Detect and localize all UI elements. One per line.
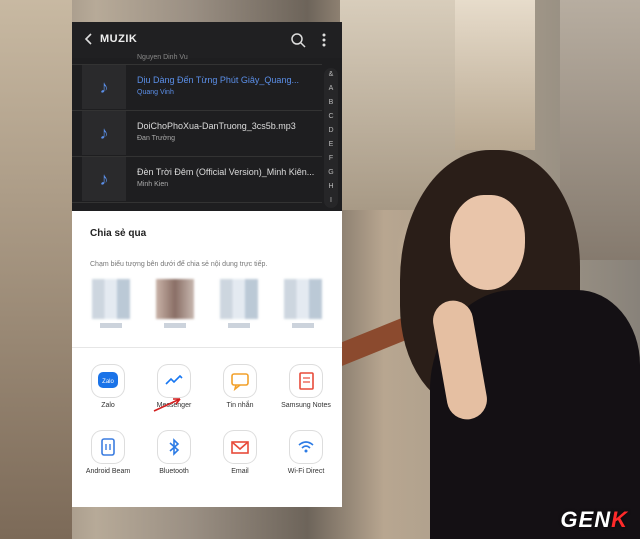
alphabet-index-scroller[interactable]: & A B C D E F G H I — [324, 68, 338, 208]
index-letter[interactable]: H — [324, 180, 338, 194]
app-label: Bluetooth — [159, 468, 189, 475]
app-label: Tin nhắn — [226, 402, 254, 409]
index-letter[interactable]: I — [324, 194, 338, 208]
genk-watermark: GENK — [560, 507, 628, 532]
index-letter[interactable]: B — [324, 96, 338, 110]
app-label: Samsung Notes — [281, 402, 331, 409]
song-list: Nguyen Dinh Vu ♪ Dịu Dàng Đến Từng Phút … — [72, 54, 322, 203]
app-title: MUZIK — [100, 33, 138, 45]
direct-share-contact[interactable] — [156, 279, 194, 328]
song-artist: Đan Trường — [137, 135, 176, 142]
app-label: Email — [231, 468, 249, 475]
share-app-zalo[interactable]: Zalo Zalo — [74, 365, 142, 409]
list-item-partial[interactable]: Nguyen Dinh Vu — [72, 54, 322, 65]
bluetooth-icon — [158, 431, 190, 463]
notes-icon — [290, 365, 322, 397]
direct-share-contact[interactable] — [220, 279, 258, 328]
share-app-bluetooth[interactable]: Bluetooth — [140, 431, 208, 475]
music-note-icon: ♪ — [82, 111, 126, 155]
direct-share-contact[interactable] — [284, 279, 322, 328]
song-title: Đèn Trời Đêm (Official Version)_Minh Kiê… — [137, 167, 315, 177]
building-left — [0, 0, 72, 539]
svg-text:Zalo: Zalo — [102, 379, 114, 385]
zalo-icon: Zalo — [92, 365, 124, 397]
song-artist: Quang Vinh — [137, 89, 174, 96]
more-options-icon[interactable] — [318, 32, 330, 48]
share-app-samsung-notes[interactable]: Samsung Notes — [272, 365, 340, 409]
song-row[interactable]: ♪ Dịu Dàng Đến Từng Phút Giây_Quang... Q… — [72, 65, 322, 111]
index-letter[interactable]: G — [324, 166, 338, 180]
direct-share-contacts — [90, 279, 330, 339]
song-artist: Minh Kien — [137, 181, 169, 188]
direct-share-contact[interactable] — [92, 279, 130, 328]
song-row[interactable]: ♪ DoiChoPhoXua-DanTruong_3cs5b.mp3 Đan T… — [72, 111, 322, 157]
index-letter[interactable]: & — [324, 68, 338, 82]
building-mid-right — [455, 0, 535, 150]
index-letter[interactable]: E — [324, 138, 338, 152]
song-title: DoiChoPhoXua-DanTruong_3cs5b.mp3 — [137, 121, 296, 131]
android-beam-icon — [92, 431, 124, 463]
index-letter[interactable]: C — [324, 110, 338, 124]
back-arrow-icon[interactable] — [82, 32, 96, 46]
share-app-wifi-direct[interactable]: Wi-Fi Direct — [272, 431, 340, 475]
share-app-android-beam[interactable]: Android Beam — [74, 431, 142, 475]
app-label: Wi-Fi Direct — [287, 468, 325, 475]
index-letter[interactable]: F — [324, 152, 338, 166]
share-sheet-title: Chia sẻ qua — [90, 228, 147, 239]
divider — [72, 347, 342, 348]
app-toolbar: MUZIK — [72, 22, 342, 58]
app-label: Android Beam — [85, 468, 131, 475]
music-note-icon: ♪ — [82, 157, 126, 201]
share-sheet-subtitle: Chạm biểu tượng bên dưới để chia sẻ nội … — [90, 261, 268, 268]
phone-screen: MUZIK Nguyen Dinh Vu ♪ Dịu Dàng Đến Từng… — [72, 22, 342, 507]
song-row[interactable]: ♪ Đèn Trời Đêm (Official Version)_Minh K… — [72, 157, 322, 203]
email-icon — [224, 431, 256, 463]
share-app-messages[interactable]: Tin nhắn — [206, 365, 274, 409]
annotation-arrow — [153, 398, 181, 412]
woman-face — [450, 195, 525, 290]
music-note-icon: ♪ — [82, 65, 126, 109]
index-letter[interactable]: D — [324, 124, 338, 138]
share-app-email[interactable]: Email — [206, 431, 274, 475]
song-artist: Nguyen Dinh Vu — [137, 54, 188, 61]
app-label: Zalo — [101, 402, 115, 409]
wifi-direct-icon — [290, 431, 322, 463]
search-icon[interactable] — [290, 32, 306, 48]
messages-icon — [224, 365, 256, 397]
share-sheet: Chia sẻ qua Chạm biểu tượng bên dưới để … — [72, 211, 342, 507]
index-letter[interactable]: A — [324, 82, 338, 96]
song-title: Dịu Dàng Đến Từng Phút Giây_Quang... — [137, 75, 299, 85]
